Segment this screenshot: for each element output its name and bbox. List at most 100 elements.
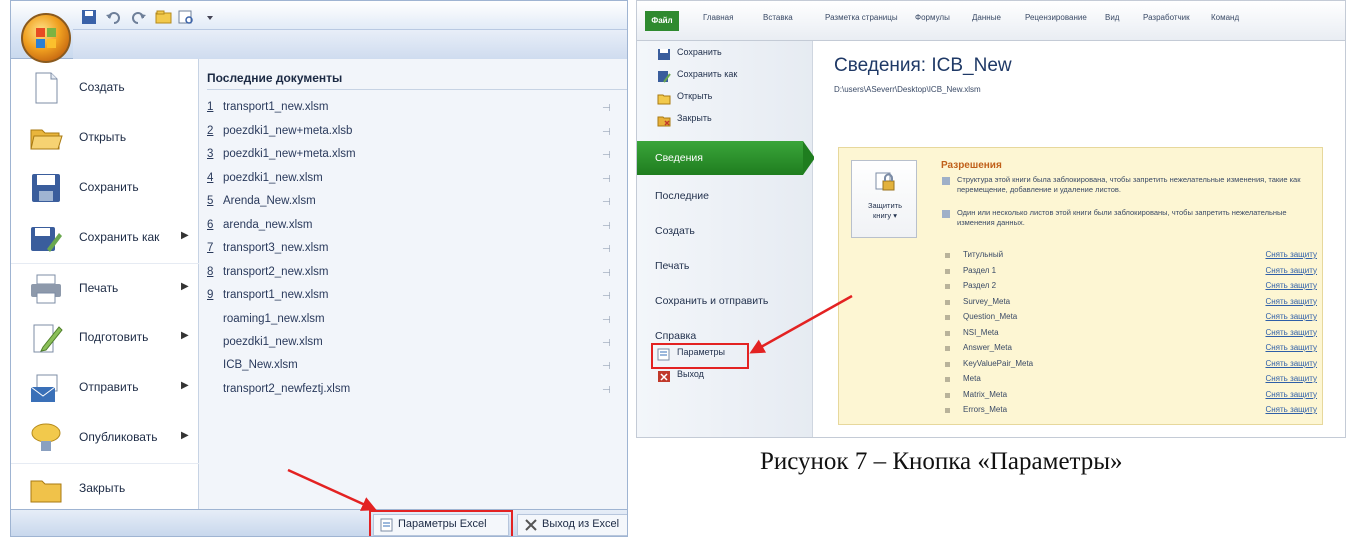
backstage-exit[interactable]: Выход (657, 369, 704, 387)
recent-item-name: arenda_new.xlsm (223, 219, 313, 231)
tab-data[interactable]: Данные (972, 13, 1001, 22)
menu-item-label: Открыть (79, 130, 127, 144)
menu-item-label: Сохранить как (79, 230, 160, 244)
office-button[interactable] (21, 13, 71, 63)
backstage-save-as[interactable]: Сохранить как (657, 69, 737, 87)
menu-commands: Создать Открыть Сохранить Сохранить как … (11, 59, 199, 509)
backstage-info[interactable]: Сведения (637, 141, 803, 175)
backstage-open[interactable]: Открыть (657, 91, 712, 109)
recent-item[interactable]: ICB_New.xlsm ⊣ (207, 359, 627, 381)
backstage-save-send[interactable]: Сохранить и отправить (637, 284, 813, 318)
menu-item-save-as[interactable]: Сохранить как ▶ (11, 213, 199, 263)
pin-icon[interactable]: ⊣ (602, 338, 611, 349)
menu-item-label: Отправить (79, 380, 139, 394)
tab-home[interactable]: Главная (703, 13, 733, 22)
recent-item[interactable]: 1 transport1_new.xlsm ⊣ (207, 101, 627, 123)
menu-item-open[interactable]: Открыть (11, 113, 199, 163)
recent-item[interactable]: 9 transport1_new.xlsm ⊣ (207, 289, 627, 311)
recent-item[interactable]: 8 transport2_new.xlsm ⊣ (207, 266, 627, 288)
menu-item-save[interactable]: Сохранить (11, 163, 199, 213)
recent-item[interactable]: 7 transport3_new.xlsm ⊣ (207, 242, 627, 264)
tab-developer[interactable]: Разработчик (1143, 13, 1190, 22)
quick-access-toolbar (11, 1, 627, 59)
menu-item-send[interactable]: Отправить ▶ (11, 363, 199, 413)
unprotect-sheet-link[interactable]: Снять защиту (1265, 359, 1317, 368)
backstage-recent[interactable]: Последние (637, 179, 813, 213)
sheet-row: Question_Meta Снять защиту (941, 312, 1317, 328)
open-icon (657, 94, 671, 105)
menu-item-publish[interactable]: Опубликовать ▶ (11, 413, 199, 463)
tab-file[interactable]: Файл (645, 11, 679, 31)
protected-sheet-icon (942, 210, 950, 218)
pin-icon[interactable]: ⊣ (602, 244, 611, 255)
customize-dropdown-icon[interactable] (201, 9, 219, 25)
unprotect-sheet-link[interactable]: Снять защиту (1265, 312, 1317, 321)
backstage-print[interactable]: Печать (637, 249, 813, 283)
backstage-open-label: Открыть (677, 91, 713, 101)
tab-page-layout[interactable]: Разметка страницы (825, 13, 898, 22)
backstage-info-pane: Сведения: ICB_New D:\users\ASeverr\Deskt… (814, 41, 1345, 437)
unprotect-sheet-link[interactable]: Снять защиту (1265, 266, 1317, 275)
sheet-name: Meta (963, 374, 981, 383)
ribbon-tabs: Файл Главная Вставка Разметка страницы Ф… (637, 1, 1345, 41)
backstage-save[interactable]: Сохранить (657, 47, 722, 65)
save-icon[interactable] (81, 9, 99, 25)
sheet-bullet-icon (945, 284, 950, 289)
tab-commands[interactable]: Команд (1211, 13, 1239, 22)
recent-item[interactable]: 5 Arenda_New.xlsm ⊣ (207, 195, 627, 217)
pin-icon[interactable]: ⊣ (602, 385, 611, 396)
open-folder-icon (30, 129, 63, 150)
backstage-close[interactable]: Закрыть (657, 113, 712, 131)
tab-view[interactable]: Вид (1105, 13, 1119, 22)
pin-icon[interactable]: ⊣ (602, 127, 611, 138)
unprotect-sheet-link[interactable]: Снять защиту (1265, 343, 1317, 352)
redo-icon[interactable] (129, 9, 147, 25)
save-as-icon (658, 71, 671, 83)
tab-formulas[interactable]: Формулы (915, 13, 950, 22)
tab-review[interactable]: Рецензирование (1025, 13, 1087, 22)
pin-icon[interactable]: ⊣ (602, 174, 611, 185)
recent-item[interactable]: 4 poezdki1_new.xlsm ⊣ (207, 172, 627, 194)
unprotect-sheet-link[interactable]: Снять защиту (1265, 328, 1317, 337)
unprotect-sheet-link[interactable]: Снять защиту (1265, 374, 1317, 383)
exit-icon (658, 371, 670, 382)
menu-item-prepare[interactable]: Подготовить ▶ (11, 313, 199, 363)
recent-item[interactable]: 2 poezdki1_new+meta.xlsb ⊣ (207, 125, 627, 147)
print-preview-icon[interactable] (177, 9, 195, 25)
exit-excel-button[interactable]: Выход из Excel (517, 514, 627, 536)
pin-icon[interactable]: ⊣ (602, 103, 611, 114)
backstage-new[interactable]: Создать (637, 214, 813, 248)
menu-item-print[interactable]: Печать ▶ (11, 263, 199, 313)
pin-icon[interactable]: ⊣ (602, 361, 611, 372)
tab-insert[interactable]: Вставка (763, 13, 793, 22)
pin-icon[interactable]: ⊣ (602, 291, 611, 302)
unprotect-sheet-link[interactable]: Снять защиту (1265, 390, 1317, 399)
recent-item-name: roaming1_new.xlsm (223, 313, 325, 325)
recent-item-number: 5 (207, 195, 214, 207)
pin-icon[interactable]: ⊣ (602, 315, 611, 326)
pin-icon[interactable]: ⊣ (602, 221, 611, 232)
save-icon (658, 49, 670, 60)
protect-workbook-button[interactable]: Защитить книгу ▾ (851, 160, 917, 238)
save-as-icon (31, 227, 62, 252)
recent-item[interactable]: 3 poezdki1_new+meta.xlsm ⊣ (207, 148, 627, 170)
unprotect-sheet-link[interactable]: Снять защиту (1265, 250, 1317, 259)
recent-item-name: poezdki1_new.xlsm (223, 336, 323, 348)
menu-item-label: Сохранить (79, 180, 139, 194)
unprotect-sheet-link[interactable]: Снять защиту (1265, 281, 1317, 290)
unprotect-sheet-link[interactable]: Снять защиту (1265, 405, 1317, 414)
office-2010-backstage: Файл Главная Вставка Разметка страницы Ф… (636, 0, 1346, 438)
recent-item[interactable]: roaming1_new.xlsm ⊣ (207, 313, 627, 335)
menu-item-new[interactable]: Создать (11, 63, 199, 113)
recent-item[interactable]: transport2_newfeztj.xlsm ⊣ (207, 383, 627, 405)
recent-item-name: poezdki1_new.xlsm (223, 172, 323, 184)
recent-item[interactable]: 6 arenda_new.xlsm ⊣ (207, 219, 627, 241)
undo-icon[interactable] (105, 9, 123, 25)
pin-icon[interactable]: ⊣ (602, 150, 611, 161)
open-icon[interactable] (155, 9, 173, 25)
recent-item[interactable]: poezdki1_new.xlsm ⊣ (207, 336, 627, 358)
pin-icon[interactable]: ⊣ (602, 268, 611, 279)
unprotect-sheet-link[interactable]: Снять защиту (1265, 297, 1317, 306)
menu-item-close[interactable]: Закрыть (11, 463, 199, 513)
pin-icon[interactable]: ⊣ (602, 197, 611, 208)
